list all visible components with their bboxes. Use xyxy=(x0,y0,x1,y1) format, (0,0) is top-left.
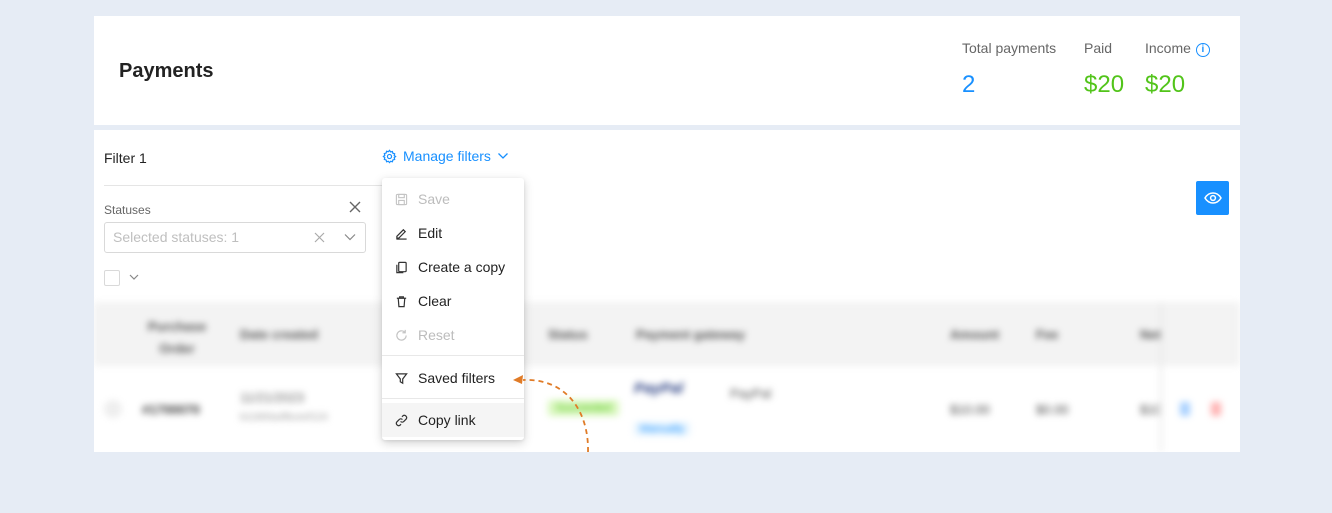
chevron-down-icon[interactable] xyxy=(344,233,356,241)
stat-paid-value: $20 xyxy=(1084,71,1125,98)
payments-table: Purchase Order Date created Status Payme… xyxy=(94,302,1240,452)
menu-item-label: Saved filters xyxy=(418,370,496,386)
menu-item-label: Copy link xyxy=(418,412,476,428)
column-header-amount[interactable]: Amount xyxy=(950,327,999,342)
gear-icon xyxy=(382,148,397,164)
filter-title: Filter 1 xyxy=(104,150,147,166)
stat-paid-label: Paid xyxy=(1084,40,1113,56)
table-header: Purchase Order Date created Status Payme… xyxy=(94,302,1240,366)
stat-income-label-text: Income xyxy=(1145,40,1191,56)
cell-order[interactable]: #1700070 xyxy=(142,402,200,417)
column-resize-handle[interactable] xyxy=(1160,302,1162,452)
menu-divider xyxy=(382,398,524,399)
reset-icon xyxy=(394,328,408,342)
payments-header: Payments Total payments 2 Paid $20 Incom… xyxy=(94,16,1240,125)
table-row[interactable]: #1700070 11/21/2023 b11800a4fbceef124 Su… xyxy=(94,366,1240,452)
menu-item-create-copy[interactable]: Create a copy xyxy=(382,250,524,284)
column-header-date[interactable]: Date created xyxy=(240,327,318,342)
menu-item-clear[interactable]: Clear xyxy=(382,284,524,318)
toggle-columns-button[interactable] xyxy=(1196,181,1229,215)
stat-income-value: $20 xyxy=(1145,71,1186,98)
edit-row-icon[interactable] xyxy=(1180,402,1190,416)
gateway-tag: Manually xyxy=(634,422,691,436)
eye-icon xyxy=(1203,192,1222,204)
cell-date: 11/21/2023 xyxy=(240,390,305,405)
copy-icon xyxy=(394,260,408,274)
payments-main: Filter 1 Manage filters Statuses Selecte… xyxy=(94,130,1240,452)
trash-icon xyxy=(394,294,408,308)
menu-item-saved-filters[interactable]: Saved filters xyxy=(382,361,524,395)
menu-divider xyxy=(382,355,524,356)
filter-icon xyxy=(394,371,408,385)
page-title: Payments xyxy=(119,60,214,82)
menu-item-label: Clear xyxy=(418,293,452,309)
stat-income-label: Income i xyxy=(1145,40,1210,57)
cell-net: $10 xyxy=(1140,402,1162,417)
chevron-down-icon xyxy=(497,153,508,159)
row-checkbox[interactable] xyxy=(104,400,122,418)
cell-date-sub: b11800a4fbceef124 xyxy=(240,412,328,423)
manage-filters-button[interactable]: Manage filters xyxy=(382,148,509,164)
statuses-label: Statuses xyxy=(104,203,151,217)
menu-item-label: Save xyxy=(418,191,450,207)
paypal-logo-text: PayPal xyxy=(634,380,684,397)
info-icon[interactable]: i xyxy=(1195,43,1210,57)
menu-item-reset[interactable]: Reset xyxy=(382,318,524,352)
cell-gateway: PayPal xyxy=(730,386,772,401)
paypal-logo: PayPal xyxy=(634,380,683,397)
statuses-select[interactable]: Selected statuses: 1 xyxy=(104,222,366,253)
stat-total-payments-label: Total payments xyxy=(962,40,1057,56)
clear-selection-icon[interactable] xyxy=(314,232,325,243)
menu-item-edit[interactable]: Edit xyxy=(382,216,524,250)
link-icon xyxy=(394,413,408,427)
cell-amount: $10.00 xyxy=(950,402,990,417)
close-icon[interactable] xyxy=(348,200,362,214)
menu-item-save[interactable]: Save xyxy=(382,182,524,216)
manage-filters-menu: Save Edit Create a copy Clear Reset Save… xyxy=(382,178,524,440)
delete-row-icon[interactable] xyxy=(1211,402,1221,416)
statuses-select-value: Selected statuses: 1 xyxy=(113,229,240,245)
cell-fee: $0.00 xyxy=(1036,402,1069,417)
chevron-down-icon[interactable] xyxy=(129,274,139,281)
menu-item-copy-link[interactable]: Copy link xyxy=(382,403,524,437)
menu-item-label: Reset xyxy=(418,327,455,343)
menu-item-label: Edit xyxy=(418,225,443,241)
column-header-fee[interactable]: Fee xyxy=(1036,327,1058,342)
select-all-checkbox[interactable] xyxy=(104,270,120,286)
edit-icon xyxy=(394,226,408,240)
annotation-arrow xyxy=(513,375,589,453)
stat-total-payments-value: 2 xyxy=(962,71,976,98)
column-header-order[interactable]: Purchase Order xyxy=(142,316,212,360)
menu-item-label: Create a copy xyxy=(418,259,506,275)
column-header-net[interactable]: Net xyxy=(1140,327,1161,342)
column-header-status[interactable]: Status xyxy=(548,327,588,342)
filter-divider xyxy=(104,185,384,186)
save-icon xyxy=(394,192,408,206)
manage-filters-label: Manage filters xyxy=(403,148,491,164)
column-header-gateway[interactable]: Payment gateway xyxy=(636,327,745,342)
